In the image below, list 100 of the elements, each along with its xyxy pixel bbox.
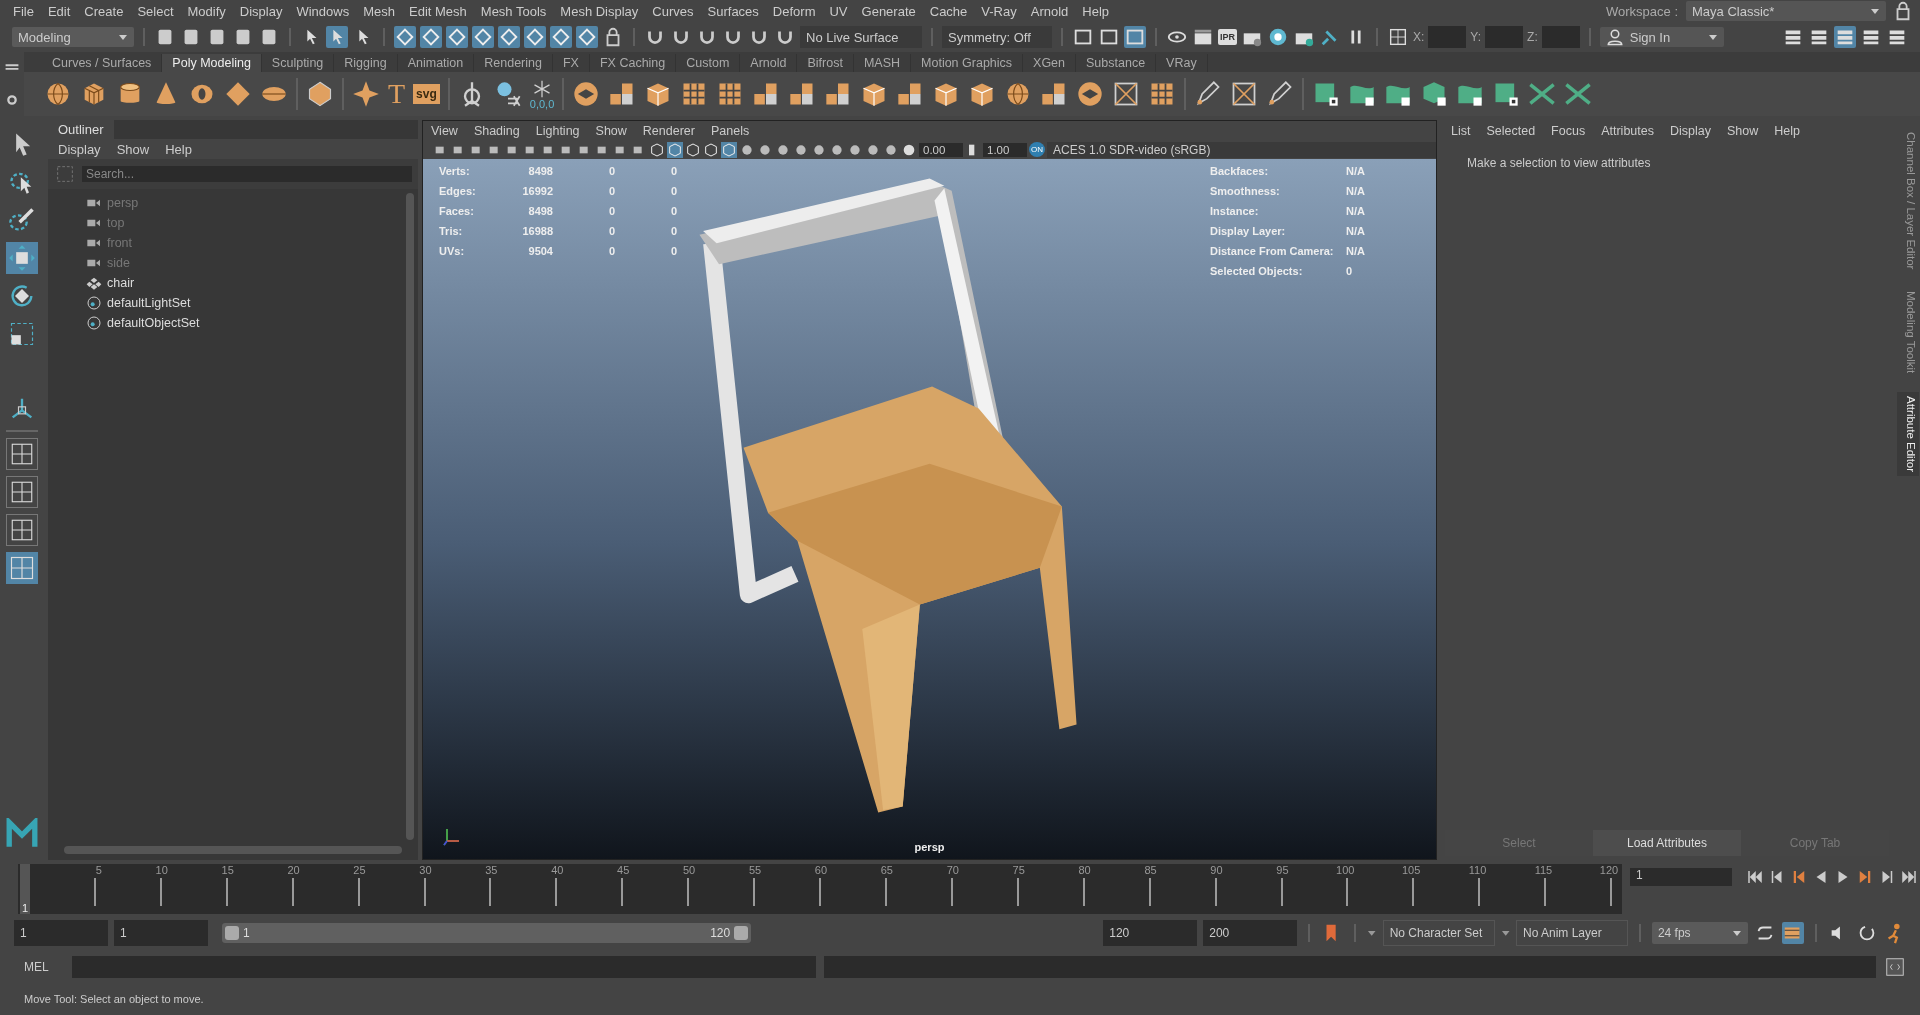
outliner-item[interactable]: defaultLightSet — [86, 293, 191, 313]
command-language-label[interactable]: MEL — [14, 960, 64, 974]
layered-disc-icon[interactable] — [1076, 80, 1105, 108]
snowflake-icon[interactable] — [532, 78, 553, 99]
menu-item[interactable]: Modify — [180, 3, 233, 19]
scrollbar[interactable] — [64, 846, 402, 854]
caret-icon[interactable] — [1367, 928, 1377, 938]
layered-disc-icon[interactable] — [572, 80, 601, 108]
menu-item[interactable]: Mesh Display — [553, 3, 646, 19]
playback-end-field[interactable]: 120 — [1103, 920, 1198, 946]
command-input[interactable] — [72, 956, 816, 978]
menu-item[interactable]: UV — [822, 3, 855, 19]
menu-item[interactable]: Display — [50, 141, 109, 157]
menu-item[interactable]: Deform — [765, 3, 823, 19]
side-tab[interactable]: Channel Box / Layer Editor — [1897, 128, 1919, 274]
selection-mask-icon[interactable] — [550, 26, 572, 48]
crosshair-icon[interactable] — [1387, 26, 1409, 48]
shelf-tab[interactable]: Poly Modeling — [162, 54, 262, 72]
layout-toggle-icon[interactable] — [1834, 26, 1856, 48]
anim-layer-field[interactable]: No Anim Layer — [1516, 920, 1628, 946]
scrollbar[interactable] — [406, 193, 414, 840]
caret-icon[interactable] — [1500, 928, 1510, 938]
menu-item[interactable]: Windows — [289, 3, 357, 19]
menu-item[interactable]: Arnold — [1023, 3, 1076, 19]
gamma-field[interactable]: 1.00 — [983, 142, 1027, 157]
menu-item[interactable]: Show — [1718, 124, 1767, 138]
menu-item[interactable]: Selected — [1478, 124, 1544, 138]
selection-mask-icon[interactable] — [446, 26, 468, 48]
menu-item[interactable]: Edit Mesh — [402, 3, 474, 19]
menu-item[interactable]: Display — [232, 3, 290, 19]
end-frame-field[interactable]: 200 — [1203, 920, 1298, 946]
workspace-dropdown[interactable]: Maya Classic* — [1686, 1, 1886, 21]
cross-icon[interactable] — [1564, 80, 1593, 108]
playback-start-field[interactable]: 1 — [114, 920, 208, 946]
panel-toggle-icon[interactable] — [1124, 26, 1146, 48]
diamond-icon[interactable] — [224, 80, 252, 108]
cross-icon[interactable] — [1528, 80, 1557, 108]
layout-icon[interactable] — [6, 476, 38, 508]
menu-item[interactable]: View — [423, 123, 466, 138]
polyhedron-icon[interactable] — [306, 80, 334, 108]
outliner-tab[interactable]: Outliner — [48, 120, 114, 139]
menu-item[interactable]: Surfaces — [700, 3, 766, 19]
menu-item[interactable]: Renderer — [634, 123, 703, 138]
ipr-render-icon[interactable]: IPR — [1218, 29, 1237, 45]
menu-item[interactable]: Attributes — [1593, 124, 1662, 138]
outliner-item[interactable]: chair — [86, 273, 135, 293]
start-frame-field[interactable]: 1 — [14, 920, 108, 946]
skip-to-start-icon[interactable] — [1746, 868, 1764, 886]
color-space-field[interactable]: ACES 1.0 SDR-video (sRGB) — [1047, 141, 1436, 158]
menu-item[interactable]: Help — [157, 141, 200, 157]
menu-item[interactable]: Focus — [1543, 124, 1594, 138]
menu-item[interactable]: Mesh — [356, 3, 402, 19]
sign-in-dropdown[interactable]: Sign In — [1599, 27, 1724, 47]
menu-item[interactable]: Create — [77, 3, 131, 19]
menu-item[interactable]: Select — [130, 3, 181, 19]
layout-icon[interactable] — [6, 514, 38, 546]
menu-item[interactable]: Help — [1075, 3, 1117, 19]
side-tab[interactable]: Attribute Editor — [1897, 391, 1919, 476]
frame-field[interactable]: 1 — [1630, 868, 1732, 886]
color-management-toggle[interactable]: ON — [1029, 142, 1045, 157]
selection-mask-icon[interactable] — [498, 26, 520, 48]
x-field[interactable] — [1428, 26, 1467, 48]
z-field[interactable] — [1541, 26, 1580, 48]
layout-icon[interactable] — [6, 438, 38, 470]
select-mode-icon[interactable] — [326, 26, 348, 48]
menu-item[interactable]: Panels — [702, 123, 758, 138]
selection-mask-icon[interactable] — [472, 26, 494, 48]
menu-item[interactable]: Generate — [854, 3, 923, 19]
svg-tool-icon[interactable]: svg — [413, 84, 440, 104]
character-set-field[interactable]: No Character Set — [1382, 920, 1495, 946]
fps-dropdown[interactable]: 24 fps — [1651, 922, 1748, 944]
mode-dropdown[interactable]: Modeling — [12, 27, 134, 47]
menu-item[interactable]: Help — [1766, 124, 1808, 138]
exposure-field[interactable]: 0.00 — [919, 142, 963, 157]
attribute-button[interactable]: Load Attributes — [1593, 830, 1741, 856]
film-cache-icon[interactable] — [1782, 922, 1804, 944]
viewport-canvas[interactable]: Verts: 8498 0 0 Edges: 16992 0 0 Faces: 8498 0 0 Tris: 16988 0 0 UVs: 9504 0 0 Backfaces: N/A Smoothness: N/A Instance: N/A Display Layer: N/A Distance From Camera: N/A Selected Objects: 0 persp — [423, 159, 1436, 859]
menu-item[interactable]: Shading — [465, 123, 528, 138]
menu-item[interactable]: File — [6, 3, 41, 19]
outliner-item[interactable]: defaultObjectSet — [86, 313, 200, 333]
menu-item[interactable]: Lighting — [527, 123, 588, 138]
menu-item[interactable]: Curves — [645, 3, 701, 19]
sparkle-icon[interactable] — [352, 80, 380, 108]
y-field[interactable] — [1485, 26, 1524, 48]
shading-cube-icon[interactable] — [685, 141, 701, 158]
menu-item[interactable]: Cache — [922, 3, 975, 19]
menu-item[interactable]: Mesh Tools — [473, 3, 554, 19]
menu-item[interactable]: V-Ray — [974, 3, 1024, 19]
symmetry-field[interactable]: Symmetry: Off — [942, 26, 1052, 48]
menu-item[interactable]: Show — [108, 141, 158, 157]
selection-mask-icon[interactable] — [394, 26, 416, 48]
menu-item[interactable]: Show — [587, 123, 635, 138]
script-editor-icon[interactable] — [1884, 956, 1906, 978]
frame-ruler[interactable]: 1 5 10 15 20 25 30 35 40 45 50 55 60 65 70 75 80 85 90 95 100 105 110 115 120 — [18, 864, 1622, 914]
menu-item[interactable]: Edit — [40, 3, 78, 19]
shading-cube-icon[interactable] — [667, 141, 683, 158]
skip-to-end-icon[interactable] — [1900, 868, 1918, 886]
current-frame-marker[interactable]: 1 — [20, 864, 30, 914]
live-surface-field[interactable]: No Live Surface — [800, 26, 922, 48]
shading-cube-icon[interactable] — [649, 141, 665, 158]
